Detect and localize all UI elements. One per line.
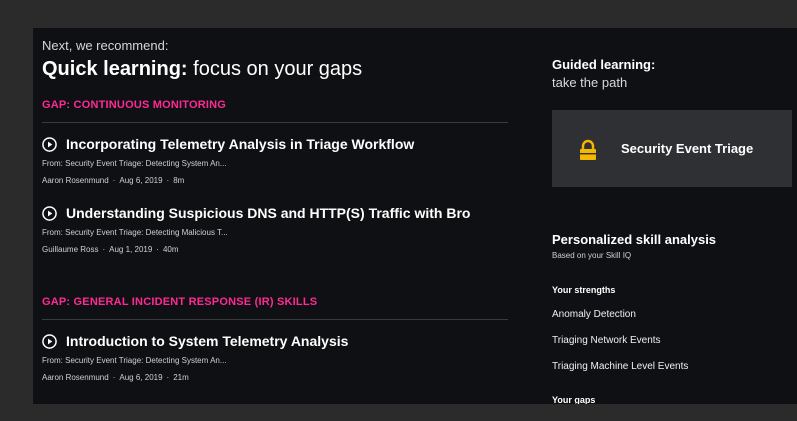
course-item[interactable]: Understanding Suspicious DNS and HTTP(S)… — [42, 204, 508, 254]
course-item[interactable]: Incorporating Telemetry Analysis in Tria… — [42, 135, 508, 185]
course-duration: 8m — [173, 176, 185, 185]
play-circle-icon — [42, 333, 57, 349]
strengths-heading: Your strengths — [552, 285, 616, 295]
course-title[interactable]: Incorporating Telemetry Analysis in Tria… — [66, 135, 414, 153]
skill-analysis-subtitle: Based on your Skill IQ — [552, 251, 632, 260]
play-circle-icon — [42, 136, 57, 152]
guided-learning-title: Guided learning: — [552, 57, 656, 72]
heading-strong: Quick learning: — [42, 58, 188, 80]
course-title[interactable]: Understanding Suspicious DNS and HTTP(S)… — [66, 204, 470, 222]
course-date: Aug 1, 2019 — [109, 245, 153, 254]
play-circle-icon — [42, 205, 57, 221]
gap-label-continuous-monitoring: GAP: CONTINUOUS MONITORING — [42, 99, 227, 111]
course-date: Aug 6, 2019 — [119, 373, 163, 382]
course-title[interactable]: Introduction to System Telemetry Analysi… — [66, 332, 348, 350]
course-meta: Guillaume Ross · Aug 1, 2019 · 40m — [42, 245, 179, 254]
course-duration: 40m — [162, 245, 179, 254]
course-source: From: Security Event Triage: Detecting M… — [42, 228, 228, 237]
guided-learning-subtitle: take the path — [552, 75, 628, 90]
app-content: Next, we recommend: Quick learning: focu… — [33, 28, 797, 404]
strengths-list: Anomaly Detection Triaging Network Event… — [552, 309, 797, 372]
course-source: From: Security Event Triage: Detecting S… — [42, 356, 227, 365]
path-card-security-event-triage[interactable]: Security Event Triage — [552, 110, 792, 187]
heading-light: focus on your gaps — [193, 58, 363, 80]
skill-analysis-title: Personalized skill analysis — [552, 232, 717, 247]
lock-icon — [578, 139, 598, 160]
gap-divider — [42, 319, 508, 320]
gap-label-general-ir-skills: GAP: GENERAL INCIDENT RESPONSE (IR) SKIL… — [42, 296, 318, 308]
course-source: From: Security Event Triage: Detecting S… — [42, 159, 227, 168]
course-author: Aaron Rosenmund — [42, 176, 109, 185]
gap-divider — [42, 122, 508, 123]
path-name[interactable]: Security Event Triage — [621, 141, 753, 156]
strength-item[interactable]: Anomaly Detection — [552, 309, 797, 320]
guided-learning-panel: Guided learning: take the path Security … — [552, 56, 797, 404]
course-author: Guillaume Ross — [42, 245, 99, 254]
course-meta: Aaron Rosenmund · Aug 6, 2019 · 8m — [42, 176, 185, 185]
course-date: Aug 6, 2019 — [119, 176, 163, 185]
strength-item[interactable]: Triaging Network Events — [552, 335, 797, 346]
recommend-kicker: Next, we recommend: — [42, 38, 169, 53]
course-duration: 21m — [173, 373, 189, 382]
course-meta: Aaron Rosenmund · Aug 6, 2019 · 21m — [42, 373, 189, 382]
course-author: Aaron Rosenmund — [42, 373, 109, 382]
course-item[interactable]: Introduction to System Telemetry Analysi… — [42, 332, 508, 382]
gaps-heading: Your gaps — [552, 395, 596, 404]
quick-learning-panel: Next, we recommend: Quick learning: focu… — [42, 38, 508, 382]
strength-item[interactable]: Triaging Machine Level Events — [552, 361, 797, 372]
quick-learning-heading: Quick learning: focus on your gaps — [42, 57, 508, 81]
